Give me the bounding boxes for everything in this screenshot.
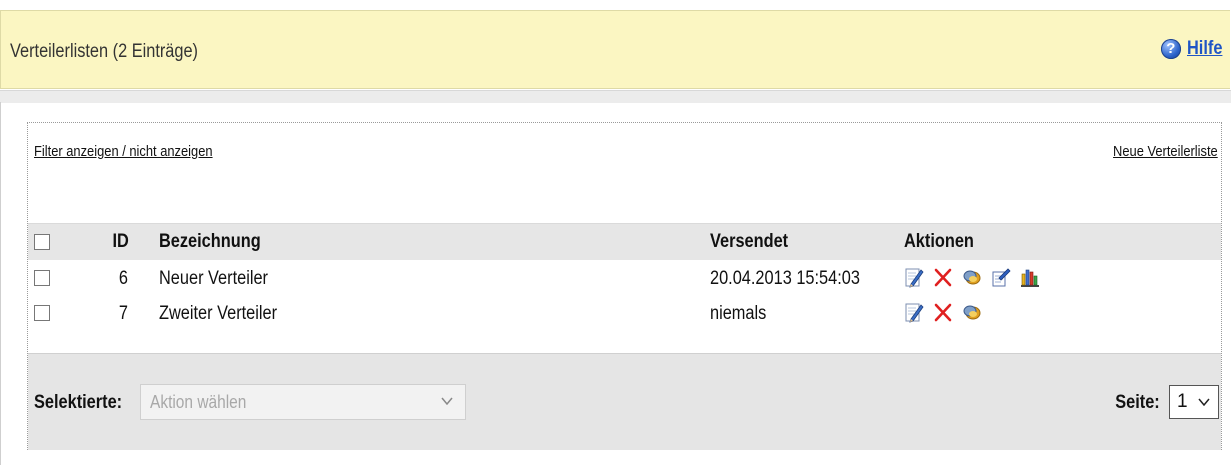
copy-icon[interactable]: [962, 301, 982, 323]
top-spacer: [0, 0, 1231, 10]
list-toolbar: Filter anzeigen / nicht anzeigen Neue Ve…: [28, 123, 1221, 223]
page: Verteilerlisten (2 Einträge) ? Hilfe Fil…: [0, 0, 1231, 465]
row-id: 6: [118, 268, 128, 289]
page-value: 1: [1177, 391, 1188, 412]
help-link[interactable]: Hilfe: [1187, 38, 1222, 60]
row-name: Zweiter Verteiler: [159, 303, 278, 324]
selected-label: Selektierte:: [34, 392, 123, 413]
content-area: Filter anzeigen / nicht anzeigen Neue Ve…: [0, 102, 1231, 465]
list-footer: Selektierte: Aktion wählen Seite: 1: [28, 353, 1221, 450]
table-row: 7 Zweiter Verteiler niemals: [28, 295, 1221, 332]
column-header-actions: Aktionen: [904, 231, 974, 252]
chevron-down-icon: [1198, 398, 1210, 406]
page-title: Verteilerlisten (2 Einträge): [10, 41, 199, 62]
row-id: 7: [118, 303, 128, 324]
list-panel: Filter anzeigen / nicht anzeigen Neue Ve…: [27, 122, 1222, 450]
page-header: Verteilerlisten (2 Einträge) ? Hilfe: [0, 10, 1230, 89]
send-icon[interactable]: [991, 266, 1011, 288]
copy-icon[interactable]: [962, 266, 982, 288]
row-sent: niemals: [710, 303, 767, 324]
new-list-link[interactable]: Neue Verteilerliste: [1113, 143, 1218, 160]
chevron-down-icon: [441, 397, 453, 405]
row-sent: 20.04.2013 15:54:03: [710, 268, 860, 289]
column-header-id[interactable]: ID: [113, 231, 129, 253]
page-select[interactable]: 1: [1169, 385, 1219, 419]
bulk-action-select[interactable]: Aktion wählen: [140, 384, 466, 420]
column-header-name[interactable]: Bezeichnung: [159, 231, 261, 253]
select-all-checkbox[interactable]: [34, 234, 50, 250]
column-header-sent[interactable]: Versendet: [710, 231, 788, 253]
row-checkbox[interactable]: [34, 305, 50, 321]
help-icon[interactable]: ?: [1160, 39, 1181, 59]
bulk-action-placeholder: Aktion wählen: [150, 392, 247, 412]
filter-toggle-link[interactable]: Filter anzeigen / nicht anzeigen: [34, 143, 213, 160]
delete-icon[interactable]: [933, 301, 953, 323]
row-actions: [904, 301, 982, 323]
row-actions: [904, 266, 1040, 288]
edit-icon[interactable]: [904, 301, 924, 323]
row-checkbox[interactable]: [34, 270, 50, 286]
table-row: 6 Neuer Verteiler 20.04.2013 15:54:03: [28, 260, 1221, 297]
edit-icon[interactable]: [904, 266, 924, 288]
table-header: ID Bezeichnung Versendet Aktionen: [28, 223, 1221, 261]
page-label: Seite:: [1115, 392, 1160, 413]
delete-icon[interactable]: [933, 266, 953, 288]
row-name: Neuer Verteiler: [159, 268, 268, 289]
help-link-group[interactable]: ? Hilfe: [1160, 38, 1228, 60]
statistics-icon[interactable]: [1020, 266, 1040, 288]
